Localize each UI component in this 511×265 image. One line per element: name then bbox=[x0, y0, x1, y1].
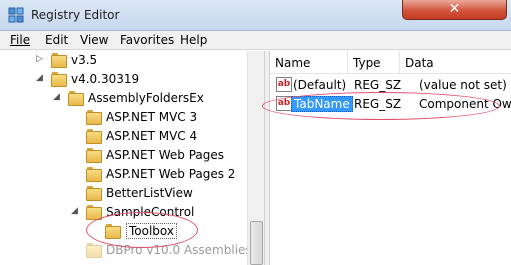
tree-item-label: ASP.NET MVC 3 bbox=[106, 110, 198, 124]
tree-scrollbar[interactable] bbox=[247, 51, 264, 265]
tree-item-samplecontrol[interactable]: ◢ SampleControl bbox=[0, 203, 247, 222]
registry-editor-icon bbox=[8, 7, 24, 23]
value-type: REG_SZ bbox=[354, 97, 402, 111]
collapse-arrow-icon[interactable]: ◢ bbox=[71, 206, 80, 217]
column-header-name[interactable]: Name bbox=[270, 51, 348, 74]
menu-file[interactable]: File bbox=[10, 33, 30, 47]
menu-edit-label: Edit bbox=[45, 33, 69, 47]
folder-icon bbox=[86, 186, 102, 201]
column-header-type[interactable]: Type bbox=[348, 51, 400, 74]
tree-item-label: SampleControl bbox=[106, 205, 195, 219]
tree-item-toolbox[interactable]: Toolbox bbox=[0, 222, 247, 241]
folder-icon bbox=[86, 148, 102, 163]
menu-view-label: View bbox=[80, 33, 109, 47]
registry-editor-window: Registry Editor ✕ File Edit View Favorit… bbox=[0, 0, 511, 265]
tree-item-label: BetterListView bbox=[106, 186, 193, 200]
tree-item-label: ASP.NET MVC 4 bbox=[106, 129, 198, 143]
folder-icon bbox=[86, 205, 102, 220]
folder-icon bbox=[68, 91, 84, 106]
value-row-tabname[interactable]: ab TabName REG_SZ Component Owl bbox=[270, 95, 511, 114]
folder-icon bbox=[86, 110, 102, 125]
collapse-arrow-icon[interactable]: ◢ bbox=[53, 92, 62, 103]
menu-file-label: File bbox=[10, 33, 31, 47]
folder-icon bbox=[51, 72, 67, 87]
title-bar[interactable]: Registry Editor ✕ bbox=[0, 0, 511, 31]
folder-icon bbox=[86, 243, 102, 258]
menu-help[interactable]: Help bbox=[180, 33, 207, 47]
tree-item-aspnet-web-pages[interactable]: ASP.NET Web Pages bbox=[0, 146, 247, 165]
menu-help-label: Help bbox=[180, 33, 208, 47]
value-row-default[interactable]: ab (Default) REG_SZ (value not set) bbox=[270, 76, 511, 95]
values-list[interactable]: Name Type Data ab (Default) REG_SZ (valu… bbox=[262, 51, 511, 265]
tree-item-dbpro[interactable]: DBPro v10.0 Assemblies bbox=[0, 241, 252, 260]
menu-favorites-label: Favorites bbox=[120, 33, 175, 47]
column-header-label: Data bbox=[405, 56, 434, 70]
value-type: REG_SZ bbox=[354, 78, 402, 92]
close-icon: ✕ bbox=[448, 1, 461, 17]
folder-icon bbox=[51, 53, 67, 68]
tree-item-label: DBPro v10.0 Assemblies bbox=[106, 243, 252, 257]
close-button[interactable]: ✕ bbox=[402, 0, 507, 20]
menu-edit[interactable]: Edit bbox=[45, 33, 68, 47]
value-name: (Default) bbox=[293, 78, 347, 92]
scrollbar-thumb[interactable] bbox=[250, 221, 263, 265]
menu-view[interactable]: View bbox=[80, 33, 108, 47]
tree-item-label: v3.5 bbox=[71, 53, 98, 67]
tree-item-assemblyfoldersex[interactable]: ◢ AssemblyFoldersEx bbox=[0, 89, 247, 108]
tree-item-v4-0-30319[interactable]: ◢ v4.0.30319 bbox=[0, 70, 247, 89]
folder-icon bbox=[86, 129, 102, 144]
ab-string-icon: ab bbox=[276, 96, 292, 111]
value-data: (value not set) bbox=[419, 78, 507, 92]
column-header-data[interactable]: Data bbox=[400, 51, 511, 74]
registry-tree[interactable]: ▷ v3.5 ◢ v4.0.30319 ◢ AssemblyFoldersEx … bbox=[0, 51, 264, 265]
menu-bar: File Edit View Favorites Help bbox=[0, 31, 511, 50]
tree-item-label: ASP.NET Web Pages 2 bbox=[106, 167, 236, 181]
value-name: TabName bbox=[291, 96, 353, 112]
ab-string-icon: ab bbox=[276, 77, 292, 92]
tree-item-betterlistview[interactable]: BetterListView bbox=[0, 184, 247, 203]
tree-item-label: AssemblyFoldersEx bbox=[88, 91, 204, 105]
tree-item-label: Toolbox bbox=[126, 223, 177, 239]
tree-item-aspnet-mvc-3[interactable]: ASP.NET MVC 3 bbox=[0, 108, 247, 127]
column-header-label: Type bbox=[353, 56, 381, 70]
tree-item-aspnet-web-pages-2[interactable]: ASP.NET Web Pages 2 bbox=[0, 165, 247, 184]
tree-item-v3-5[interactable]: ▷ v3.5 bbox=[0, 51, 247, 70]
expand-arrow-icon[interactable]: ▷ bbox=[36, 54, 45, 65]
menu-favorites[interactable]: Favorites bbox=[120, 33, 174, 47]
column-header-label: Name bbox=[275, 56, 311, 70]
window-title: Registry Editor bbox=[31, 8, 120, 22]
value-data: Component Owl bbox=[419, 97, 511, 111]
tree-item-label: ASP.NET Web Pages bbox=[106, 148, 224, 162]
folder-icon bbox=[105, 224, 121, 239]
tree-item-aspnet-mvc-4[interactable]: ASP.NET MVC 4 bbox=[0, 127, 247, 146]
collapse-arrow-icon[interactable]: ◢ bbox=[36, 73, 45, 84]
folder-icon bbox=[86, 167, 102, 182]
tree-item-label: v4.0.30319 bbox=[71, 72, 140, 86]
